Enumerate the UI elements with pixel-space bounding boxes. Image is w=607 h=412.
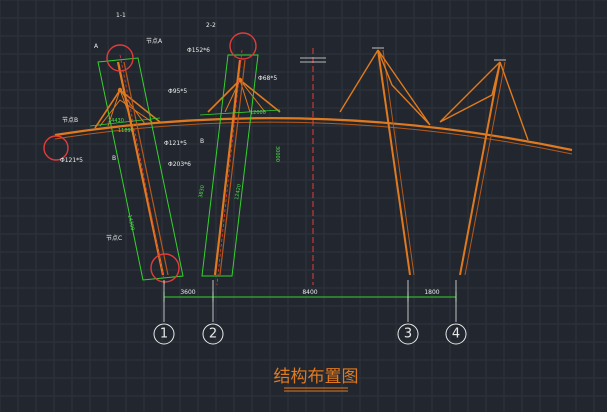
label-node-a: 节点A: [146, 37, 163, 45]
axis-bubble-3: 3: [397, 323, 419, 345]
label-node-b: 节点B: [62, 116, 78, 124]
bottom-dimension-line: 3600 8400 1800: [163, 280, 457, 322]
dim-span-2-3: 8400: [302, 289, 317, 296]
svg-text:2: 2: [209, 327, 217, 342]
axis-bubble-1: 1: [153, 323, 175, 345]
label-sec-2: 2-2: [206, 22, 216, 29]
label-pipe-95: Φ95*5: [168, 88, 187, 95]
axis-bubble-2: 2: [202, 323, 224, 345]
dim-small: 3830: [198, 185, 206, 199]
left-truss-2: [207, 77, 281, 113]
svg-text:4: 4: [452, 327, 460, 342]
cad-drawing-canvas: A 节点A 2-2 Φ152*6 Φ95*5 Φ68*5 节点B Φ121*5 …: [0, 0, 607, 412]
label-pipe-121: Φ121*5: [60, 157, 83, 164]
label-a-top: A: [94, 43, 99, 50]
title-underline: [284, 387, 348, 392]
column-2: [201, 49, 259, 286]
dim-left-mid: 11890: [118, 128, 134, 134]
svg-text:3: 3: [404, 327, 412, 342]
drawing-title: 结构布置图: [274, 367, 359, 387]
dim-left-top: 14430: [108, 118, 124, 124]
truss-1-node: [117, 87, 123, 93]
dim-span-3-4: 1800: [424, 289, 439, 296]
dim-col1: 14300: [126, 214, 135, 231]
label-pipe-152: Φ152*6: [187, 47, 210, 54]
label-section-b2: B: [200, 138, 204, 145]
dim-vert: 30000: [274, 146, 280, 162]
label-section-b: B: [112, 155, 116, 162]
label-pipe-121b: Φ121*5: [164, 140, 187, 147]
label-sec-1: 1-1: [116, 12, 126, 19]
column-4: [439, 59, 529, 276]
label-pipe-203: Φ203*6: [168, 161, 191, 168]
dim-span-1-2: 3600: [180, 289, 195, 296]
axis-bubble-4: 4: [445, 323, 467, 345]
dim-right-top: 12000: [250, 110, 266, 116]
svg-text:1: 1: [160, 327, 168, 342]
label-pipe-68: Φ68*5: [258, 75, 277, 82]
label-node-c: 节点C: [106, 234, 122, 242]
